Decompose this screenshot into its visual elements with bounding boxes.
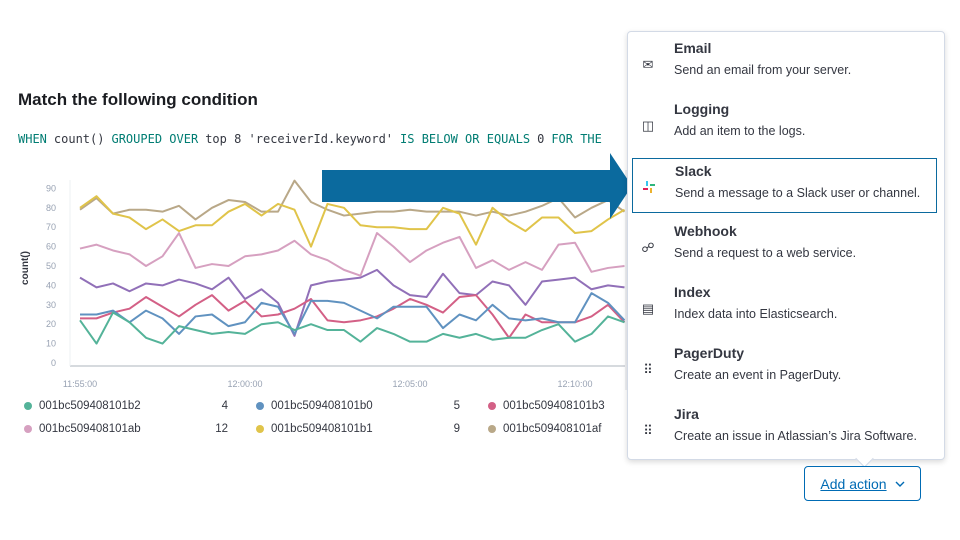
expr-time-window[interactable]: FOR THE — [551, 132, 602, 146]
menu-item-label: Slack — [675, 163, 712, 179]
menu-item-index[interactable]: ▤ Index Index data into Elasticsearch. — [632, 280, 937, 335]
menu-item-label: Jira — [674, 406, 699, 422]
series-line — [79, 268, 625, 337]
menu-item-label: Logging — [674, 101, 730, 117]
legend-label: 001bc509408101b2 — [39, 400, 141, 412]
add-action-label: Add action — [820, 475, 887, 492]
highlight-arrow — [322, 153, 632, 219]
x-tick-label: 12:00:00 — [227, 379, 262, 389]
expr-threshold-comparator[interactable]: IS BELOW OR EQUALS — [400, 132, 531, 146]
legend-color-dot — [488, 402, 496, 410]
y-tick-label: 40 — [46, 280, 56, 290]
legend-value: 9 — [453, 423, 460, 435]
expr-grouped-over[interactable]: GROUPED OVER — [111, 132, 199, 146]
menu-item-logging[interactable]: ◫ Logging Add an item to the logs. — [632, 97, 937, 152]
mail-icon: ✉ — [642, 57, 654, 72]
legend-label: 001bc509408101ab — [39, 423, 141, 435]
menu-item-description: Create an event in PagerDuty. — [674, 368, 842, 382]
chevron-down-icon — [895, 481, 905, 487]
x-tick-label: 12:05:00 — [392, 379, 427, 389]
expr-group-field[interactable]: top 8 'receiverId.keyword' — [205, 132, 394, 146]
legend-label: 001bc509408101b3 — [503, 400, 605, 412]
menu-item-label: Email — [674, 40, 712, 56]
menu-item-description: Add an item to the logs. — [674, 124, 806, 138]
y-tick-label: 30 — [46, 300, 56, 310]
index-icon: ▤ — [641, 301, 655, 316]
y-tick-label: 80 — [46, 203, 56, 213]
add-action-button[interactable]: Add action — [804, 466, 921, 501]
slack-icon — [641, 180, 657, 196]
x-tick-label: 11:55:00 — [63, 379, 97, 389]
y-tick-label: 90 — [46, 183, 56, 193]
legend-label: 001bc509408101b0 — [271, 400, 373, 412]
y-axis-label: count() — [20, 251, 31, 285]
legend-color-dot — [256, 425, 264, 433]
legend-item[interactable]: 001bc509408101af — [488, 423, 602, 435]
y-tick-label: 20 — [46, 319, 56, 329]
y-tick-label: 10 — [46, 339, 56, 349]
series-line — [79, 232, 625, 277]
legend-item[interactable]: 001bc509408101b0 — [256, 400, 373, 412]
expr-when[interactable]: WHEN — [18, 132, 47, 146]
legend-label: 001bc509408101b1 — [271, 423, 373, 435]
legend-item[interactable]: 001bc509408101b1 — [256, 423, 373, 435]
legend-color-dot — [24, 402, 32, 410]
menu-item-description: Create an issue in Atlassian’s Jira Soft… — [674, 429, 917, 443]
series-line — [80, 292, 626, 335]
menu-item-label: PagerDuty — [674, 345, 745, 361]
y-tick-label: 70 — [46, 222, 56, 232]
legend-value: 5 — [453, 400, 460, 412]
expr-threshold-value[interactable]: 0 — [537, 132, 545, 146]
legend-color-dot — [256, 402, 264, 410]
legend-color-dot — [488, 425, 496, 433]
menu-item-jira[interactable]: ⠿ Jira Create an issue in Atlassian’s Jira… — [632, 402, 937, 457]
legend-item[interactable]: 001bc509408101b3 — [488, 400, 605, 412]
menu-item-description: Send an email from your server. — [674, 63, 852, 77]
menu-item-label: Webhook — [674, 223, 737, 239]
section-title: Match the following condition — [18, 90, 258, 109]
menu-item-description: Index data into Elasticsearch. — [674, 307, 838, 321]
legend-item[interactable]: 001bc509408101b2 — [24, 400, 141, 412]
y-tick-label: 50 — [46, 261, 56, 271]
y-tick-label: 60 — [46, 242, 56, 252]
webhook-icon: ☍ — [641, 240, 655, 255]
apps-grid-icon: ⠿ — [643, 362, 653, 377]
menu-item-slack[interactable]: Slack Send a message to a Slack user or c… — [632, 158, 937, 213]
legend-value: 12 — [215, 423, 228, 435]
menu-item-email[interactable]: ✉ Email Send an email from your server. — [632, 36, 937, 91]
legend-value: 4 — [221, 400, 228, 412]
menu-item-pagerduty[interactable]: ⠿ PagerDuty Create an event in PagerDuty. — [632, 341, 937, 396]
logging-icon: ◫ — [641, 118, 655, 133]
series-line — [80, 294, 626, 339]
legend-label: 001bc509408101af — [503, 423, 602, 435]
condition-expression: WHEN count() GROUPED OVER top 8 'receiverId… — [18, 132, 628, 146]
menu-item-webhook[interactable]: ☍ Webhook Send a request to a web service. — [632, 219, 937, 274]
menu-item-description: Send a request to a web service. — [674, 246, 857, 260]
y-tick-label: 0 — [51, 358, 56, 368]
legend-color-dot — [24, 425, 32, 433]
menu-item-label: Index — [674, 284, 711, 300]
x-tick-label: 12:10:00 — [557, 379, 592, 389]
action-menu: ✉ Email Send an email from your server. ◫ Lo… — [627, 31, 945, 460]
apps-grid-icon: ⠿ — [643, 423, 653, 438]
menu-item-description: Send a message to a Slack user or channe… — [675, 186, 921, 200]
expr-aggregation[interactable]: count() — [53, 132, 105, 146]
legend-item[interactable]: 001bc509408101ab — [24, 423, 141, 435]
